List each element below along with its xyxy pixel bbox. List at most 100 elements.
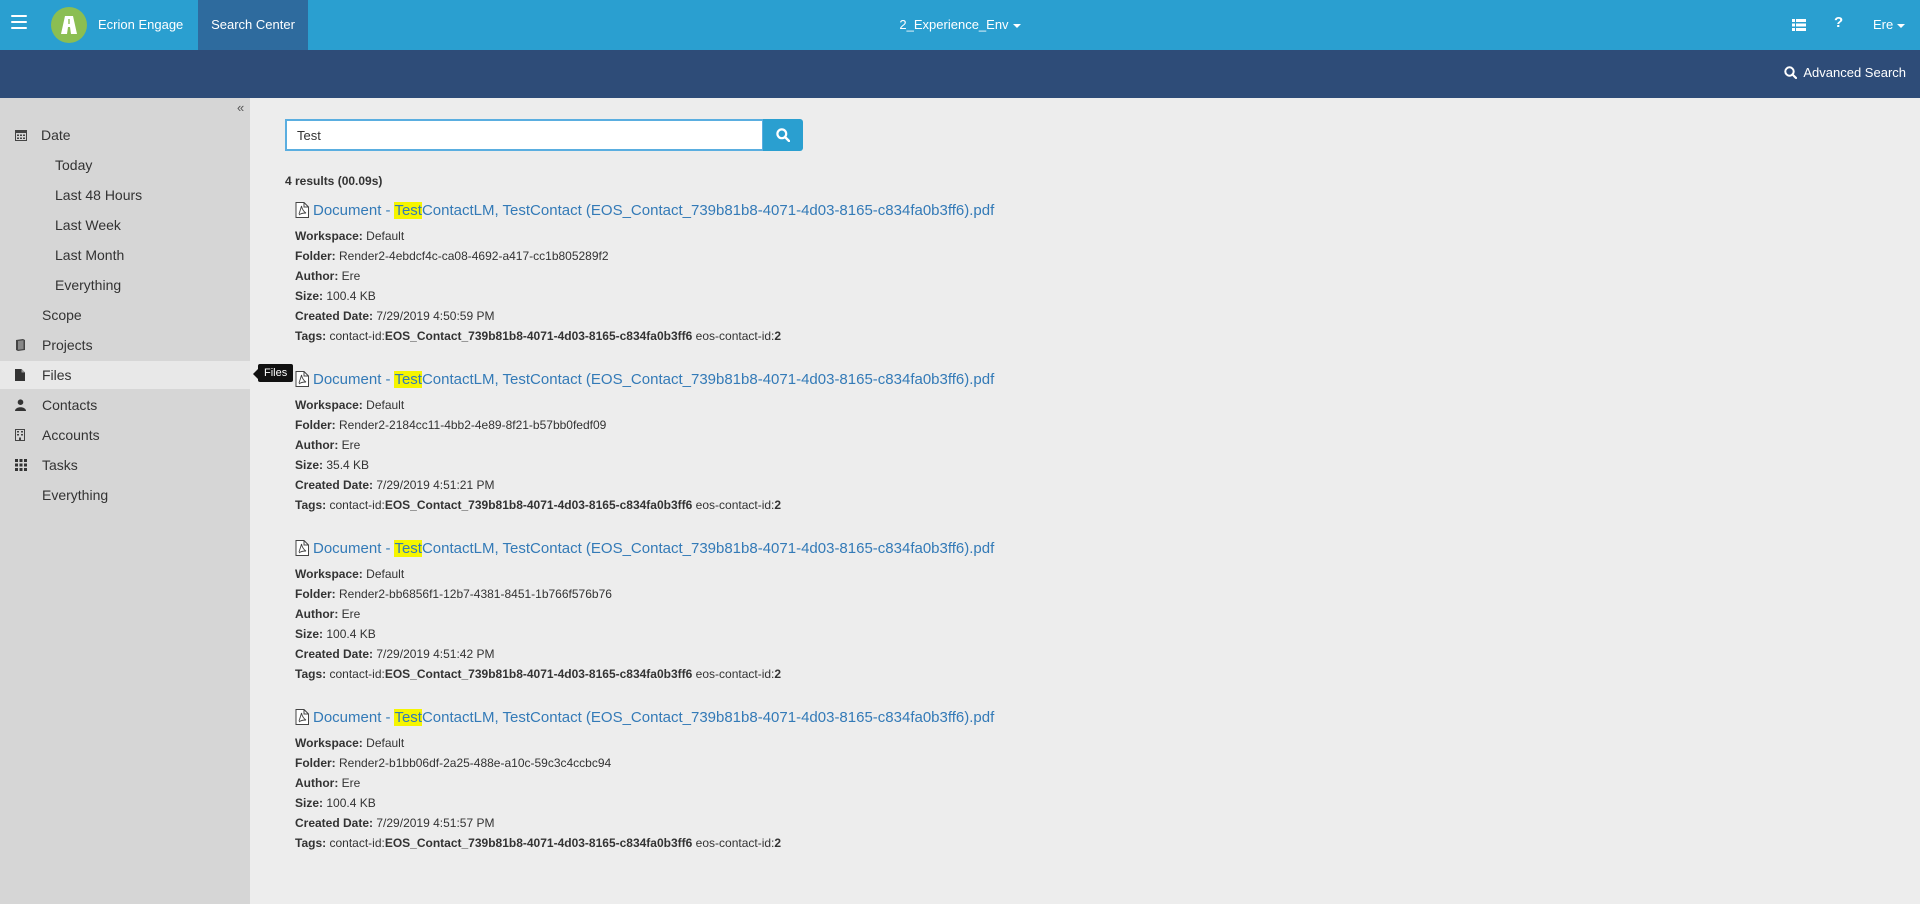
title-suffix: ContactLM, TestContact (EOS_Contact_739b…: [421, 708, 995, 726]
sidebar-item-projects[interactable]: Projects: [0, 331, 250, 359]
menu-icon[interactable]: [11, 15, 27, 29]
meta-label: Created Date:: [295, 478, 374, 492]
tag-value: EOS_Contact_739b81b8-4071-4d03-8165-c834…: [384, 498, 693, 512]
sidebar-item-scope[interactable]: Scope: [0, 301, 250, 329]
workspace-value: Default: [366, 736, 405, 750]
book-icon: [16, 339, 25, 351]
tag-value: EOS_Contact_739b81b8-4071-4d03-8165-c834…: [384, 329, 693, 343]
title-suffix: ContactLM, TestContact (EOS_Contact_739b…: [421, 539, 995, 557]
meta-label: Created Date:: [295, 816, 374, 830]
sidebar-item-label: Files: [42, 367, 72, 383]
search-button[interactable]: [763, 119, 803, 151]
tag-key: contact-id:: [329, 329, 385, 343]
pdf-file-icon: [295, 371, 309, 387]
tag-value: 2: [774, 498, 782, 512]
meta-label: Author:: [295, 438, 339, 452]
calendar-icon: [15, 130, 27, 141]
sidebar-item-contacts[interactable]: Contacts: [0, 391, 250, 419]
meta-label: Tags:: [295, 667, 327, 681]
meta-label: Folder:: [295, 756, 336, 770]
search-result: Document - TestContactLM, TestContact (E…: [295, 369, 1195, 515]
sidebar-item-everything[interactable]: Everything: [0, 481, 250, 509]
meta-label: Author:: [295, 269, 339, 283]
sidebar-item-label: Everything: [42, 487, 109, 503]
sidebar-item-last-48-hours[interactable]: Last 48 Hours: [0, 181, 250, 209]
result-title[interactable]: Document - TestContactLM, TestContact (E…: [313, 201, 995, 219]
meta-label: Workspace:: [295, 567, 363, 581]
advanced-search-link[interactable]: Advanced Search: [1784, 65, 1906, 80]
title-prefix: Document -: [313, 708, 395, 726]
sidebar-item-today[interactable]: Today: [0, 151, 250, 179]
size-value: 100.4 KB: [326, 289, 376, 303]
brand-name[interactable]: Ecrion Engage: [98, 17, 183, 32]
search-result: Document - TestContactLM, TestContact (E…: [295, 200, 1195, 346]
search-input[interactable]: [285, 119, 764, 151]
environment-selector[interactable]: 2_Experience_Env: [899, 17, 1021, 32]
result-meta: Workspace: Default Folder: Render2-b1bb0…: [295, 733, 1195, 853]
workspace-value: Default: [366, 229, 405, 243]
title-prefix: Document -: [313, 539, 395, 557]
folder-value: Render2-bb6856f1-12b7-4381-8451-1b766f57…: [339, 587, 612, 601]
sub-navbar: Advanced Search: [0, 50, 1920, 98]
meta-label: Author:: [295, 776, 339, 790]
result-title[interactable]: Document - TestContactLM, TestContact (E…: [313, 370, 994, 388]
tag-value: EOS_Contact_739b81b8-4071-4d03-8165-c834…: [384, 836, 693, 850]
sidebar-item-accounts[interactable]: Accounts: [0, 421, 250, 449]
search-result: Document - TestContactLM, TestContact (E…: [295, 707, 1195, 853]
title-highlight: Test: [394, 539, 422, 557]
title-prefix: Document -: [313, 370, 395, 388]
sidebar-item-tasks[interactable]: Tasks: [0, 451, 250, 479]
title-highlight: Test: [394, 370, 422, 388]
sidebar-item-label: Everything: [55, 277, 122, 293]
user-menu[interactable]: Ere: [1873, 17, 1906, 32]
help-icon[interactable]: ?: [1834, 14, 1843, 31]
created-value: 7/29/2019 4:51:42 PM: [376, 647, 495, 661]
collapse-sidebar-icon[interactable]: «: [237, 100, 244, 115]
user-icon: [15, 399, 26, 411]
meta-label: Created Date:: [295, 309, 374, 323]
tag-key: contact-id:: [329, 667, 385, 681]
result-title[interactable]: Document - TestContactLM, TestContact (E…: [313, 708, 995, 726]
sidebar-item-files[interactable]: Files: [0, 361, 250, 389]
tag-value: 2: [774, 836, 782, 850]
sidebar-item-last-week[interactable]: Last Week: [0, 211, 250, 239]
title-prefix: Document -: [313, 201, 395, 219]
meta-label: Workspace:: [295, 398, 363, 412]
author-value: Ere: [341, 776, 361, 790]
tag-key: eos-contact-id:: [695, 329, 775, 343]
grid-icon: [15, 459, 27, 471]
sidebar-item-label: Date: [41, 127, 71, 143]
sidebar-item-label: Contacts: [42, 397, 98, 413]
result-title-link[interactable]: Document - TestContactLM, TestContact (E…: [295, 369, 1195, 389]
author-value: Ere: [341, 269, 361, 283]
created-value: 7/29/2019 4:50:59 PM: [376, 309, 495, 323]
app-logo[interactable]: [51, 7, 87, 43]
meta-label: Folder:: [295, 587, 336, 601]
result-title-link[interactable]: Document - TestContactLM, TestContact (E…: [295, 538, 1195, 558]
tag-key: eos-contact-id:: [695, 498, 775, 512]
tag-value: 2: [774, 667, 782, 681]
results-count: 4 results (00.09s): [285, 174, 383, 188]
result-title[interactable]: Document - TestContactLM, TestContact (E…: [313, 539, 995, 557]
meta-label: Workspace:: [295, 736, 363, 750]
sidebar-item-date[interactable]: Date: [0, 121, 250, 149]
sidebar-item-label: Projects: [42, 337, 93, 353]
sidebar-item-label: Last Month: [55, 247, 125, 263]
title-suffix: ContactLM, TestContact (EOS_Contact_739b…: [421, 201, 995, 219]
tab-search-center[interactable]: Search Center: [198, 0, 308, 50]
result-title-link[interactable]: Document - TestContactLM, TestContact (E…: [295, 200, 1195, 220]
size-value: 100.4 KB: [326, 627, 376, 641]
meta-label: Tags:: [295, 836, 327, 850]
created-value: 7/29/2019 4:51:21 PM: [376, 478, 495, 492]
meta-label: Size:: [295, 289, 324, 303]
result-title-link[interactable]: Document - TestContactLM, TestContact (E…: [295, 707, 1195, 727]
result-meta: Workspace: Default Folder: Render2-2184c…: [295, 395, 1195, 515]
sidebar-item-last-month[interactable]: Last Month: [0, 241, 250, 269]
apps-grid-icon[interactable]: [1792, 18, 1806, 34]
sidebar-item-date-everything[interactable]: Everything: [0, 271, 250, 299]
result-meta: Workspace: Default Folder: Render2-4ebdc…: [295, 226, 1195, 346]
result-meta: Workspace: Default Folder: Render2-bb685…: [295, 564, 1195, 684]
folder-value: Render2-b1bb06df-2a25-488e-a10c-59c3c4cc…: [339, 756, 612, 770]
chevron-down-icon: [1897, 23, 1906, 28]
created-value: 7/29/2019 4:51:57 PM: [376, 816, 495, 830]
